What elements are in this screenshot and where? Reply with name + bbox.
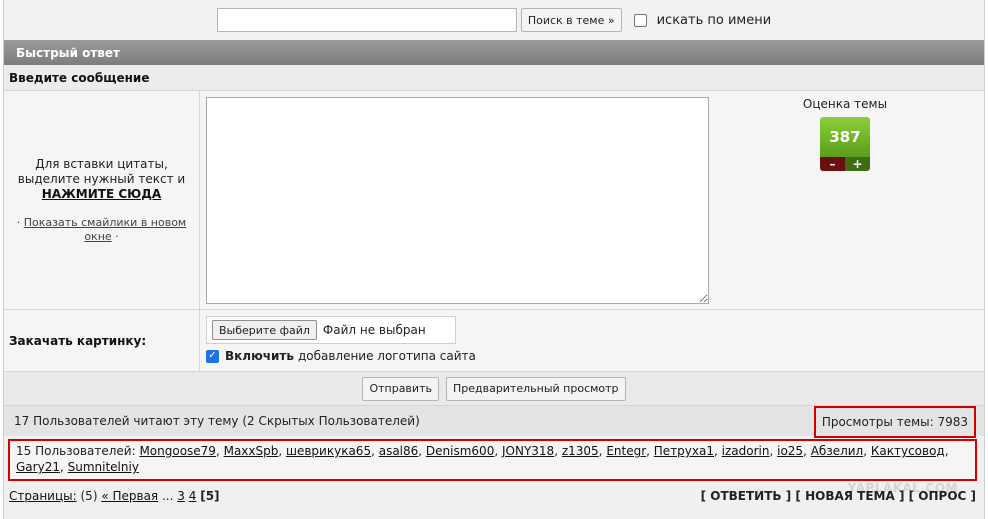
user-link[interactable]: Петруха1 <box>654 444 714 458</box>
page-container: Поиск в теме » искать по имени Быстрый о… <box>3 0 985 519</box>
user-link[interactable]: io25 <box>777 444 803 458</box>
upload-row: Закачать картинку: Выберите файл Файл не… <box>4 310 984 372</box>
topic-views: Просмотры темы: 7983 <box>813 406 976 438</box>
logo-option: ✓ Включить добавление логотипа сайта <box>206 349 984 363</box>
choose-file-button[interactable]: Выберите файл <box>212 320 317 340</box>
viewers-row: 17 Пользователей читают эту тему (2 Скры… <box>4 406 984 438</box>
pagination: Страницы: (5) « Первая ... 3 4 [5] <box>9 489 220 503</box>
reading-users-list: 15 Пользователей: Mongoose79, MaxxSpb, ш… <box>8 439 977 481</box>
logo-checkbox[interactable]: ✓ <box>206 349 219 363</box>
smiley-line: · Показать смайлики в новом окне · <box>14 216 189 244</box>
topic-actions: [ ОТВЕТИТЬ ] [ НОВАЯ ТЕМА ] [ ОПРОС ] <box>701 489 976 503</box>
search-by-name-label: искать по имени <box>656 12 772 28</box>
user-link[interactable]: шеврикука65 <box>286 444 371 458</box>
user-link[interactable]: Gary21 <box>16 460 60 474</box>
search-input[interactable] <box>216 8 517 32</box>
quote-help-cell: Для вставки цитаты, выделите нужный текс… <box>4 91 200 309</box>
quick-reply-header: Быстрый ответ <box>4 40 984 65</box>
rating-badge: 387 – + <box>820 117 870 171</box>
current-page: [5] <box>200 489 220 503</box>
rating-plus-button[interactable]: + <box>845 157 870 171</box>
poll-button[interactable]: [ ОПРОС ] <box>909 489 976 503</box>
pages-count: (5) <box>80 489 98 503</box>
topic-rating: Оценка темы 387 – + <box>800 97 890 171</box>
upload-image-label: Закачать картинку: <box>4 310 200 371</box>
show-smileys-link[interactable]: Показать смайлики в новом окне <box>24 216 186 243</box>
preview-button[interactable]: Предварительный просмотр <box>445 376 626 401</box>
send-button[interactable]: Отправить <box>362 376 439 401</box>
users-prefix: 15 Пользователей: <box>16 444 136 458</box>
user-link[interactable]: Denism600 <box>426 444 494 458</box>
pages-ellipsis: ... <box>161 489 174 503</box>
submit-buttons: Отправить Предварительный просмотр <box>4 372 984 406</box>
upload-cell: Выберите файл Файл не выбран ✓ Включить … <box>200 310 984 371</box>
quote-hint: Для вставки цитаты, выделите нужный текс… <box>17 156 186 186</box>
pages-label[interactable]: Страницы: <box>9 489 77 503</box>
user-link[interactable]: Entegr <box>606 444 646 458</box>
reply-button[interactable]: [ ОТВЕТИТЬ ] <box>701 489 792 503</box>
rating-controls: – + <box>820 157 870 171</box>
first-page-link[interactable]: « Первая <box>101 489 158 503</box>
search-bar: Поиск в теме » искать по имени <box>4 0 984 40</box>
smiley-prefix: · <box>16 215 21 229</box>
page-link-4[interactable]: 4 <box>189 489 197 503</box>
rating-minus-button[interactable]: – <box>820 157 845 171</box>
viewers-summary: 17 Пользователей читают эту тему (2 Скры… <box>14 414 420 428</box>
pagination-row: Страницы: (5) « Первая ... 3 4 [5] [ ОТВ… <box>4 487 984 505</box>
enter-message-title: Введите сообщение <box>4 65 984 91</box>
quote-click-link[interactable]: НАЖМИТЕ СЮДА <box>42 187 161 202</box>
user-link[interactable]: JONY318 <box>502 444 554 458</box>
rating-value: 387 <box>820 117 870 157</box>
logo-description: добавление логотипа сайта <box>297 349 476 363</box>
logo-enable-label: Включить <box>225 349 294 363</box>
user-link[interactable]: izadorin <box>722 444 770 458</box>
page-link-3[interactable]: 3 <box>177 489 185 503</box>
user-link[interactable]: Кактусовод <box>871 444 945 458</box>
user-link[interactable]: z1305 <box>562 444 599 458</box>
file-picker: Выберите файл Файл не выбран <box>206 316 456 344</box>
user-link[interactable]: Mongoose79 <box>139 444 216 458</box>
user-link[interactable]: MaxxSpb <box>224 444 279 458</box>
user-link[interactable]: Абзелил <box>811 444 864 458</box>
message-row: Для вставки цитаты, выделите нужный текс… <box>4 91 984 310</box>
search-in-topic-button[interactable]: Поиск в теме » <box>520 8 622 32</box>
rating-label: Оценка темы <box>802 97 888 111</box>
search-by-name-checkbox[interactable] <box>633 13 647 27</box>
user-link[interactable]: asal86 <box>379 444 419 458</box>
user-link[interactable]: Sumnitelniy <box>68 460 139 474</box>
message-input-cell: Оценка темы 387 – + <box>200 91 984 309</box>
file-status: Файл не выбран <box>322 323 426 337</box>
message-textarea[interactable] <box>206 97 709 304</box>
new-topic-button[interactable]: [ НОВАЯ ТЕМА ] <box>795 489 904 503</box>
smiley-suffix: · <box>115 229 119 243</box>
